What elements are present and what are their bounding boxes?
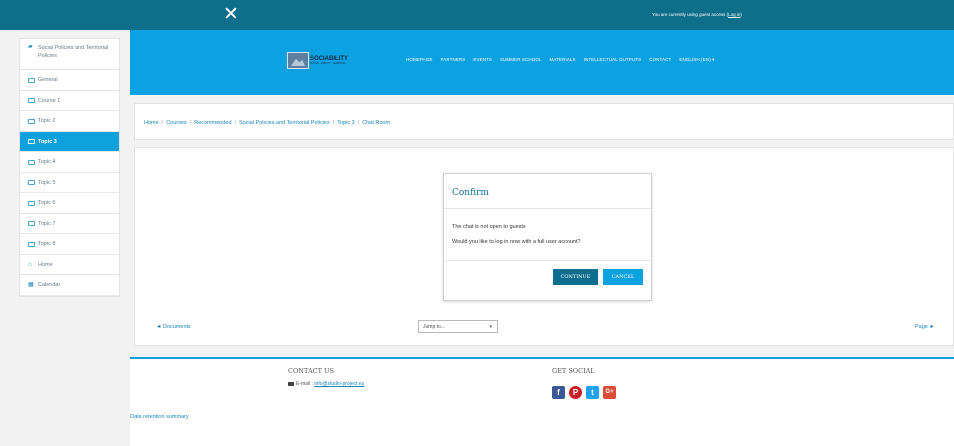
continue-button[interactable]: CONTINUE bbox=[553, 269, 598, 285]
prev-activity-link[interactable]: ◄ Documents bbox=[156, 324, 191, 330]
folder-icon bbox=[28, 139, 35, 144]
folder-icon bbox=[28, 180, 35, 185]
sidebar-item-course[interactable]: ▰ Social Policies and Territorial Policie… bbox=[20, 39, 119, 70]
sidebar-item-calendar[interactable]: ▦ Calendar bbox=[20, 275, 119, 296]
envelope-icon bbox=[288, 381, 294, 386]
folder-icon bbox=[28, 200, 35, 206]
sidebar-item-topic-3[interactable]: Topic 3 bbox=[20, 131, 119, 152]
sidebar-item-topic-2[interactable]: Topic 2 bbox=[20, 111, 119, 132]
sidebar-item-topic-7[interactable]: Topic 7 bbox=[20, 214, 119, 234]
dialog-question: Would you like to log in now with a full… bbox=[452, 239, 581, 245]
home-icon: ⌂ bbox=[28, 261, 32, 268]
nav-events[interactable]: EVENTS bbox=[473, 57, 492, 63]
graduation-cap-icon: ▰ bbox=[28, 44, 33, 50]
folder-icon bbox=[28, 221, 35, 226]
close-icon[interactable]: ✕ bbox=[221, 4, 241, 24]
folder-icon bbox=[28, 159, 35, 165]
sidebar-item-home[interactable]: ⌂ Home bbox=[20, 255, 119, 275]
sidebar-item-topic-4[interactable]: Topic 4 bbox=[20, 152, 119, 173]
site-header: SOCIABILITY SOCIAL · ABILITY · LEARNING H… bbox=[130, 30, 954, 95]
social-title: GET SOCIAL bbox=[552, 367, 595, 375]
course-sidebar: ▰ Social Policies and Territorial Policie… bbox=[19, 38, 120, 297]
pinterest-icon[interactable]: P bbox=[569, 386, 582, 399]
dialog-title: Confirm bbox=[452, 188, 489, 198]
site-logo[interactable]: SOCIABILITY SOCIAL · ABILITY · LEARNING bbox=[287, 52, 359, 69]
breadcrumb-topic-3[interactable]: Topic 3 bbox=[337, 120, 354, 126]
language-selector[interactable]: ENGLISH (EN) ▾ bbox=[679, 57, 714, 63]
folder-icon bbox=[28, 118, 35, 124]
nav-summer-school[interactable]: SUMMER SCHOOL bbox=[500, 57, 542, 63]
breadcrumb-recommended[interactable]: Recommended bbox=[194, 120, 231, 126]
logo-subtext: SOCIAL · ABILITY · LEARNING bbox=[310, 62, 346, 65]
dialog-divider bbox=[444, 208, 651, 209]
email-link[interactable]: info@studio-project.eu bbox=[314, 381, 364, 387]
contact-title: CONTACT US bbox=[288, 367, 334, 375]
breadcrumb-courses[interactable]: Courses bbox=[166, 120, 186, 126]
nav-materials[interactable]: MATERIALS bbox=[550, 57, 576, 63]
breadcrumb: Home / Courses / Recommended / Social Policies… bbox=[134, 103, 954, 140]
folder-icon bbox=[28, 241, 35, 247]
next-activity-link[interactable]: Page ► bbox=[915, 324, 935, 330]
sidebar-item-general[interactable]: General bbox=[20, 70, 119, 91]
breadcrumb-course[interactable]: Social Policies and Territorial Policies bbox=[239, 120, 330, 126]
logo-mark-icon bbox=[287, 52, 309, 69]
contact-email: E-mail : info@studio-project.eu bbox=[288, 381, 364, 387]
cancel-button[interactable]: CANCEL bbox=[603, 269, 643, 285]
folder-icon bbox=[28, 98, 35, 103]
sidebar-item-topic-8[interactable]: Topic 8 bbox=[20, 234, 119, 255]
login-link[interactable]: Log in bbox=[728, 12, 740, 17]
chevron-down-icon: ▾ bbox=[489, 324, 492, 330]
data-retention-link[interactable]: Data retention summary bbox=[130, 414, 189, 420]
nav-contact[interactable]: CONTACT bbox=[649, 57, 671, 63]
twitter-icon[interactable]: t bbox=[586, 386, 599, 399]
social-icons: f P t G+ bbox=[552, 386, 620, 399]
dialog-message: The chat is not open to guests bbox=[452, 224, 526, 230]
guest-access-message: You are currently using guest access (Lo… bbox=[652, 12, 742, 17]
sidebar-item-course-1[interactable]: Course 1 bbox=[20, 91, 119, 111]
breadcrumb-home[interactable]: Home bbox=[144, 120, 159, 126]
google-plus-icon[interactable]: G+ bbox=[603, 386, 616, 399]
nav-partners[interactable]: PARTNERS bbox=[440, 57, 465, 63]
top-bar: ✕ You are currently using guest access (… bbox=[0, 0, 954, 30]
confirm-dialog: Confirm The chat is not open to guests W… bbox=[443, 173, 652, 301]
breadcrumb-chat-room[interactable]: Chat Room bbox=[362, 120, 390, 126]
site-footer: CONTACT US E-mail : info@studio-project.… bbox=[130, 357, 954, 446]
facebook-icon[interactable]: f bbox=[552, 386, 565, 399]
dialog-divider bbox=[444, 260, 651, 261]
sidebar-item-topic-5[interactable]: Topic 5 bbox=[20, 173, 119, 193]
jump-to-select[interactable]: Jump to... ▾ bbox=[418, 320, 498, 333]
calendar-icon: ▦ bbox=[28, 282, 34, 288]
main-nav: HOMEPAGE PARTNERS EVENTS SUMMER SCHOOL M… bbox=[406, 57, 723, 63]
nav-intellectual-outputs[interactable]: INTELLECTUAL OUTPUTS bbox=[584, 57, 642, 63]
sidebar-item-topic-6[interactable]: Topic 6 bbox=[20, 193, 119, 214]
folder-icon bbox=[28, 77, 35, 83]
nav-homepage[interactable]: HOMEPAGE bbox=[406, 57, 432, 63]
